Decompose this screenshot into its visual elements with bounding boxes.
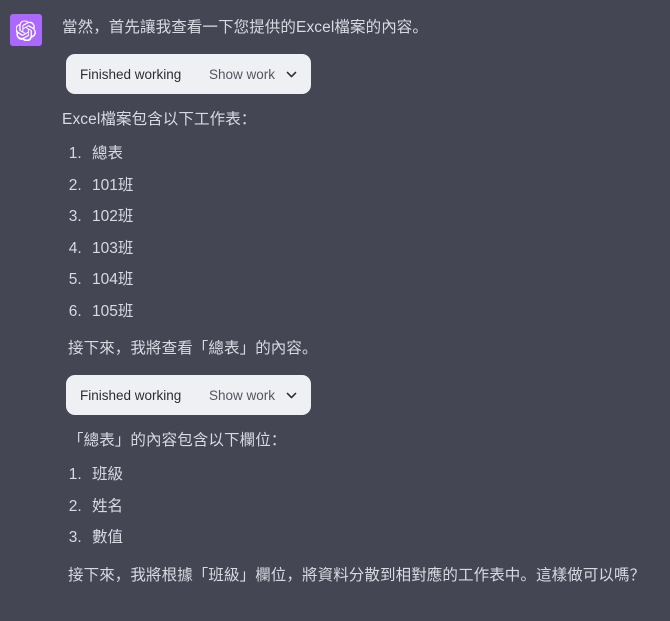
list-item: 數值 <box>86 530 670 546</box>
next-step-paragraph: 接下來，我將查看「總表」的內容。 <box>68 340 318 358</box>
fields-heading: 「總表」的內容包含以下欄位： <box>68 432 287 450</box>
tool-card-2-status: Finished working <box>80 387 182 403</box>
chat-message-container: 當然，首先讓我查看一下您提供的Excel檔案的內容。 Finished work… <box>0 0 670 621</box>
list-item: 102班 <box>86 209 670 225</box>
closing-paragraph: 接下來，我將根據「班級」欄位，將資料分散到相對應的工作表中。這樣做可以嗎？ <box>68 566 646 584</box>
list-item: 班級 <box>86 467 670 483</box>
list-item: 姓名 <box>86 499 670 515</box>
list-item: 104班 <box>86 272 670 288</box>
sheets-list: 總表 101班 102班 103班 104班 105班 <box>62 146 670 319</box>
list-item: 105班 <box>86 304 670 320</box>
chevron-down-icon[interactable] <box>285 68 298 81</box>
tool-card-1-status: Finished working <box>80 66 182 82</box>
tool-card-1[interactable]: Finished working Show work <box>66 54 311 95</box>
tool-card-2[interactable]: Finished working Show work <box>66 375 311 416</box>
intro-paragraph: 當然，首先讓我查看一下您提供的Excel檔案的內容。 <box>62 19 429 36</box>
openai-logo-icon <box>15 20 37 41</box>
list-item: 總表 <box>86 146 670 162</box>
assistant-message-body: 當然，首先讓我查看一下您提供的Excel檔案的內容。 Finished work… <box>62 0 670 588</box>
tool-card-1-toggle[interactable]: Show work <box>209 67 298 82</box>
assistant-avatar <box>10 14 42 46</box>
chevron-down-icon[interactable] <box>285 389 298 402</box>
tool-card-2-show-work-label: Show work <box>208 387 275 403</box>
tool-card-2-toggle[interactable]: Show work <box>209 388 298 403</box>
tool-card-1-show-work-label: Show work <box>208 66 275 82</box>
fields-list: 班級 姓名 數值 <box>62 467 670 546</box>
sheets-heading: Excel檔案包含以下工作表： <box>62 111 257 129</box>
list-item: 101班 <box>86 178 670 194</box>
list-item: 103班 <box>86 241 670 257</box>
